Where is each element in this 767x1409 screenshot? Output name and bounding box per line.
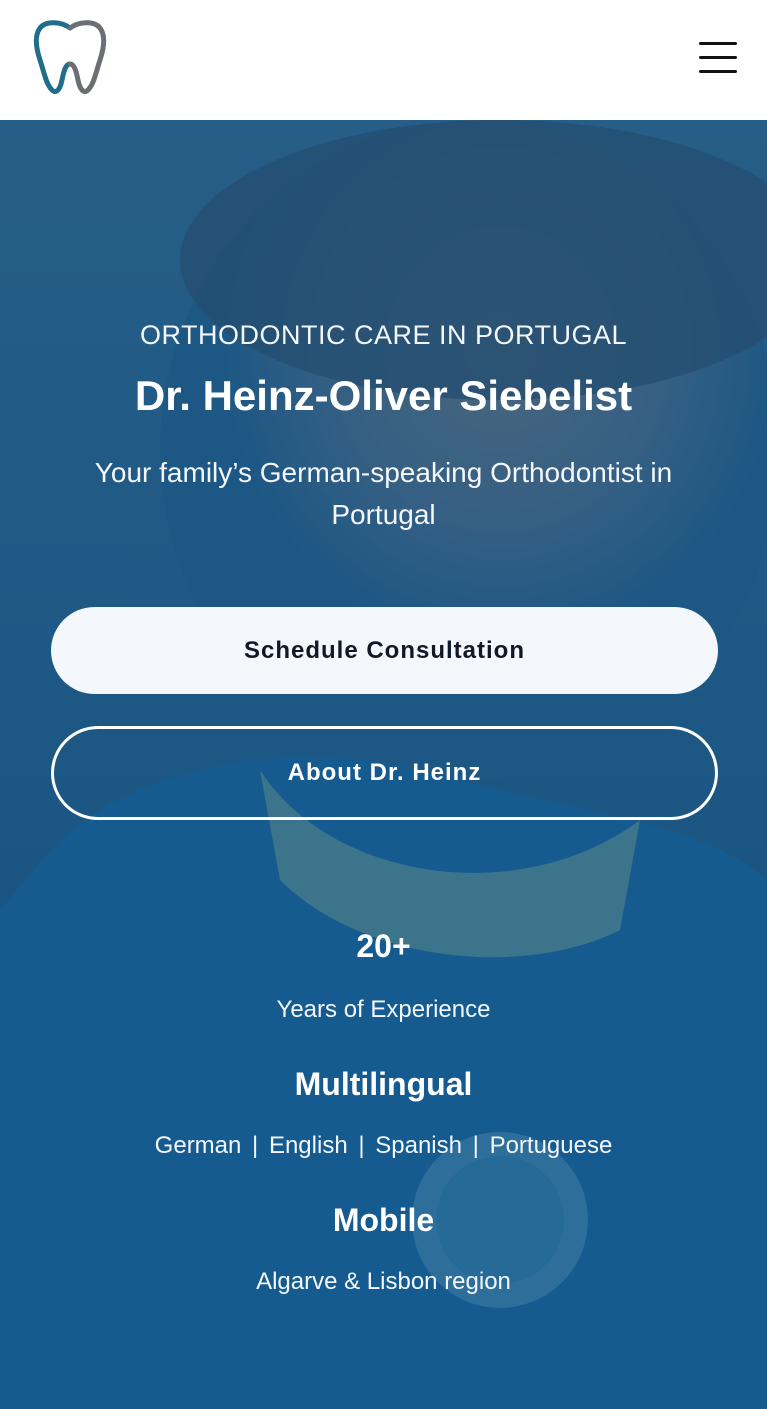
about-dr-heinz-button[interactable]: About Dr. Heinz (51, 726, 718, 820)
mobile-title: Mobile (332, 1202, 435, 1238)
language-portuguese: Portuguese (489, 1132, 613, 1159)
tooth-logo-icon[interactable] (32, 18, 108, 96)
schedule-consultation-button[interactable]: Schedule Consultation (51, 607, 718, 694)
hero-title: Dr. Heinz-Oliver Siebelist (134, 372, 633, 419)
languages-list: German | English | Spanish | Portuguese (0, 1132, 767, 1160)
separator: | (252, 1132, 259, 1159)
hero-eyebrow: ORTHODONTIC CARE IN PORTUGAL (139, 320, 628, 350)
hero-subtitle: Your family’s German-speaking Orthodonti… (94, 457, 673, 530)
multilingual-title: Multilingual (294, 1066, 473, 1102)
experience-value: 20+ (356, 928, 411, 964)
language-spanish: Spanish (375, 1132, 462, 1159)
hero-section: ORTHODONTIC CARE IN PORTUGAL Dr. Heinz-O… (0, 120, 767, 1409)
separator: | (472, 1132, 479, 1159)
language-english: English (268, 1132, 348, 1159)
site-header (0, 0, 767, 120)
hamburger-menu-icon[interactable] (697, 40, 739, 76)
experience-label: Years of Experience (276, 996, 491, 1023)
separator: | (358, 1132, 365, 1159)
mobile-region-label: Algarve & Lisbon region (256, 1268, 511, 1295)
language-german: German (154, 1132, 242, 1159)
